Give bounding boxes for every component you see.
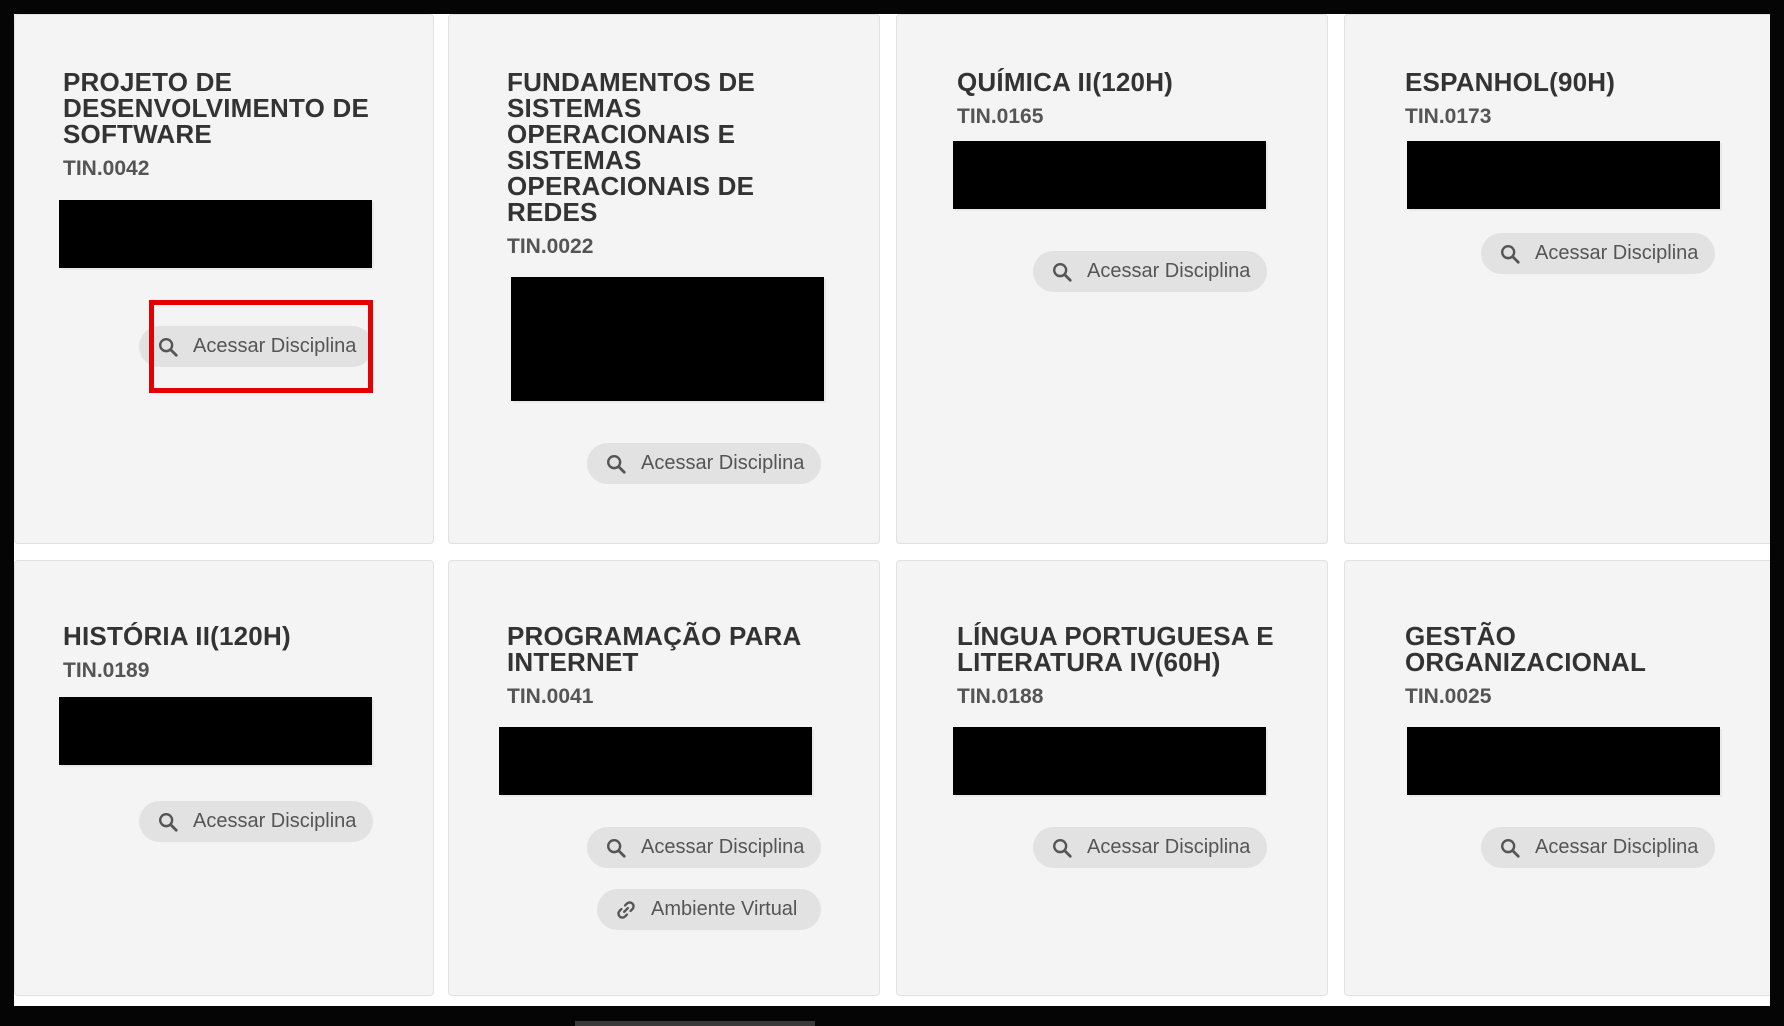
redacted-block bbox=[59, 200, 372, 268]
course-code: TIN.0173 bbox=[1405, 105, 1492, 128]
access-course-label: Acessar Disciplina bbox=[193, 335, 357, 357]
course-code: TIN.0189 bbox=[63, 659, 150, 682]
course-title: ESPANHOL(90H) bbox=[1405, 67, 1616, 97]
access-course-button[interactable]: Acessar Disciplina bbox=[1033, 827, 1267, 868]
access-course-label: Acessar Disciplina bbox=[641, 836, 805, 858]
access-course-label: Acessar Disciplina bbox=[1087, 836, 1251, 858]
course-grid: PROJETO DE DESENVOLVIMENTO DE SOFTWARE T… bbox=[14, 14, 1770, 1006]
course-title: PROGRAMAÇÃO PARA INTERNET bbox=[507, 621, 801, 677]
search-icon bbox=[1051, 837, 1073, 859]
course-code: TIN.0022 bbox=[507, 235, 594, 258]
redacted-block bbox=[499, 727, 812, 795]
course-code: TIN.0025 bbox=[1405, 685, 1492, 708]
search-icon bbox=[605, 837, 627, 859]
access-course-label: Acessar Disciplina bbox=[1535, 242, 1699, 264]
virtual-environment-label: Ambiente Virtual bbox=[651, 898, 798, 920]
course-title: LÍNGUA PORTUGUESA E LITERATURA IV(60H) bbox=[957, 621, 1274, 677]
course-code: TIN.0042 bbox=[63, 157, 150, 180]
search-icon bbox=[1499, 243, 1521, 265]
redacted-block bbox=[511, 277, 824, 401]
access-course-button[interactable]: Acessar Disciplina bbox=[1481, 233, 1715, 274]
course-card: PROJETO DE DESENVOLVIMENTO DE SOFTWARE T… bbox=[14, 14, 434, 544]
redacted-block bbox=[1407, 141, 1720, 209]
course-title: FUNDAMENTOS DE SISTEMAS OPERACIONAIS E S… bbox=[507, 67, 755, 227]
redacted-block bbox=[953, 141, 1266, 209]
course-card: ESPANHOL(90H) TIN.0173 Acessar Disciplin… bbox=[1344, 14, 1770, 544]
bottom-bar bbox=[0, 1006, 1784, 1026]
course-card: GESTÃO ORGANIZACIONAL TIN.0025 Acessar D… bbox=[1344, 560, 1770, 996]
access-course-label: Acessar Disciplina bbox=[1535, 836, 1699, 858]
access-course-button[interactable]: Acessar Disciplina bbox=[587, 443, 821, 484]
course-card: QUÍMICA II(120H) TIN.0165 Acessar Discip… bbox=[896, 14, 1328, 544]
virtual-environment-button[interactable]: Ambiente Virtual bbox=[597, 889, 821, 930]
course-title: QUÍMICA II(120H) bbox=[957, 67, 1174, 97]
course-card: PROGRAMAÇÃO PARA INTERNET TIN.0041 Acess… bbox=[448, 560, 880, 996]
redacted-block bbox=[1407, 727, 1720, 795]
search-icon bbox=[605, 453, 627, 475]
course-card: HISTÓRIA II(120H) TIN.0189 Acessar Disci… bbox=[14, 560, 434, 996]
search-icon bbox=[1499, 837, 1521, 859]
search-icon bbox=[157, 336, 179, 358]
link-icon bbox=[615, 899, 637, 921]
access-course-button[interactable]: Acessar Disciplina bbox=[139, 801, 373, 842]
access-course-label: Acessar Disciplina bbox=[641, 452, 805, 474]
course-card: FUNDAMENTOS DE SISTEMAS OPERACIONAIS E S… bbox=[448, 14, 880, 544]
access-course-label: Acessar Disciplina bbox=[1087, 260, 1251, 282]
course-code: TIN.0165 bbox=[957, 105, 1044, 128]
horizontal-scrollbar-thumb[interactable] bbox=[575, 1021, 815, 1026]
course-card: LÍNGUA PORTUGUESA E LITERATURA IV(60H) T… bbox=[896, 560, 1328, 996]
search-icon bbox=[1051, 261, 1073, 283]
access-course-button[interactable]: Acessar Disciplina bbox=[587, 827, 821, 868]
redacted-block bbox=[953, 727, 1266, 795]
access-course-label: Acessar Disciplina bbox=[193, 810, 357, 832]
course-title: GESTÃO ORGANIZACIONAL bbox=[1405, 621, 1647, 677]
access-course-button[interactable]: Acessar Disciplina bbox=[1481, 827, 1715, 868]
course-title: PROJETO DE DESENVOLVIMENTO DE SOFTWARE bbox=[63, 67, 370, 149]
redacted-block bbox=[59, 697, 372, 765]
course-code: TIN.0041 bbox=[507, 685, 594, 708]
access-course-button[interactable]: Acessar Disciplina bbox=[1033, 251, 1267, 292]
access-course-button[interactable]: Acessar Disciplina bbox=[139, 326, 373, 367]
search-icon bbox=[157, 811, 179, 833]
course-title: HISTÓRIA II(120H) bbox=[63, 621, 291, 651]
course-code: TIN.0188 bbox=[957, 685, 1044, 708]
